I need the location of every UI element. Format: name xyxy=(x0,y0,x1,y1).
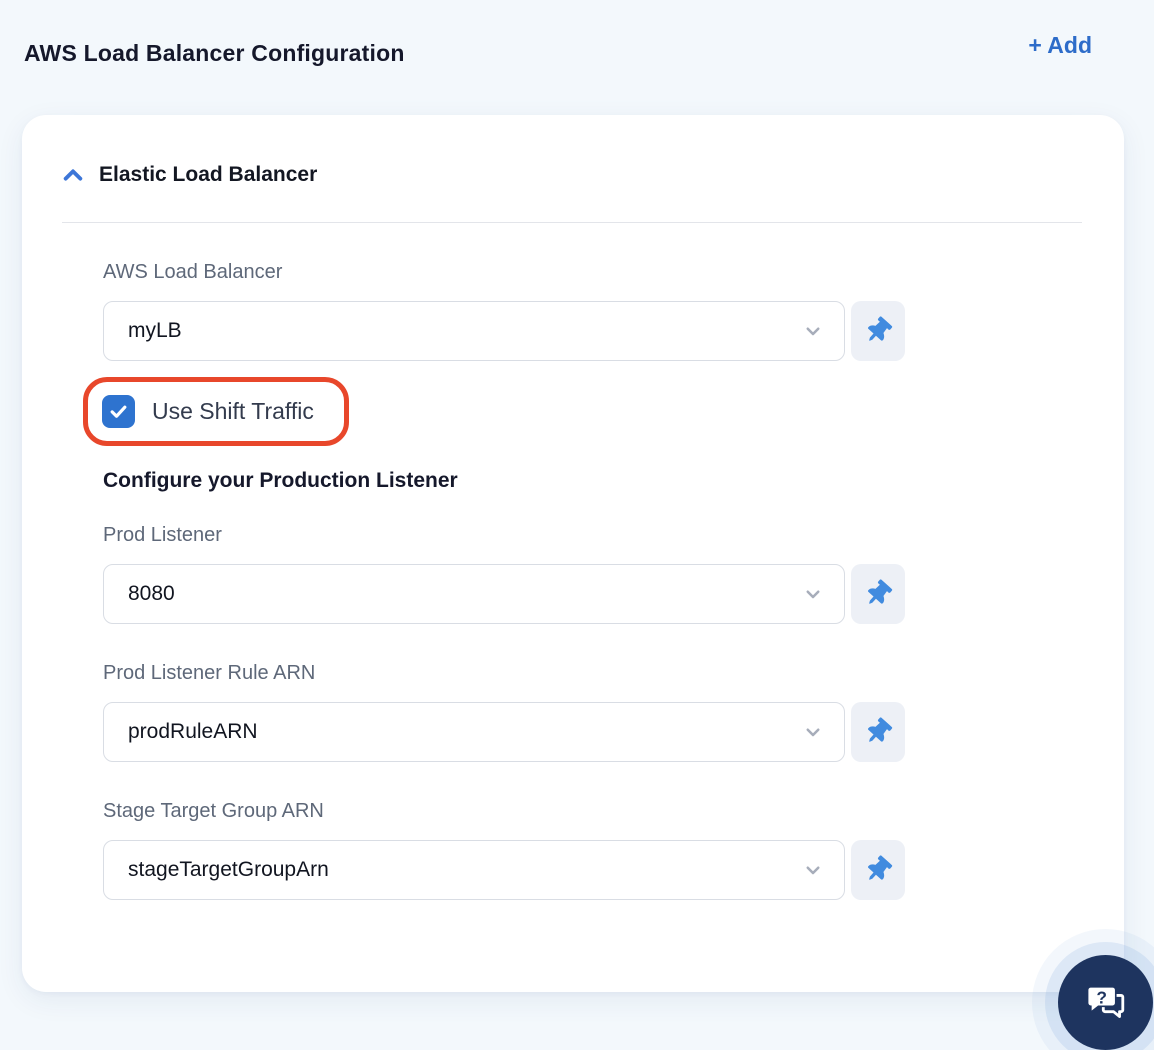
select-value: stageTargetGroupArn xyxy=(128,858,329,881)
select-value: 8080 xyxy=(128,582,175,605)
field-label-prod-listener: Prod Listener xyxy=(103,524,222,546)
pin-button[interactable] xyxy=(851,301,905,361)
production-listener-subheading: Configure your Production Listener xyxy=(103,469,458,492)
section-collapse-header[interactable]: Elastic Load Balancer xyxy=(62,163,1082,187)
chat-question-icon: ? xyxy=(1086,985,1124,1018)
field-label-aws-load-balancer: AWS Load Balancer xyxy=(103,261,283,283)
config-card: Elastic Load Balancer AWS Load Balancer … xyxy=(22,115,1124,992)
chevron-down-icon xyxy=(804,861,822,879)
page-header: AWS Load Balancer Configuration + Add xyxy=(0,0,1154,67)
pushpin-icon xyxy=(868,316,893,341)
shift-traffic-checkbox[interactable] xyxy=(102,395,135,428)
section-divider xyxy=(62,222,1082,223)
pin-button[interactable] xyxy=(851,840,905,900)
prod-listener-rule-arn-select[interactable]: prodRuleARN xyxy=(103,702,845,762)
field-row: 8080 xyxy=(103,564,905,624)
prod-listener-select[interactable]: 8080 xyxy=(103,564,845,624)
field-row: myLB xyxy=(103,301,905,361)
pushpin-icon xyxy=(868,855,893,880)
select-value: myLB xyxy=(128,319,182,342)
stage-target-group-arn-select[interactable]: stageTargetGroupArn xyxy=(103,840,845,900)
chevron-up-icon[interactable] xyxy=(62,164,84,186)
shift-traffic-checkbox-label: Use Shift Traffic xyxy=(152,398,314,424)
field-row: stageTargetGroupArn xyxy=(103,840,905,900)
field-row: prodRuleARN xyxy=(103,702,905,762)
chevron-down-icon xyxy=(804,585,822,603)
checkmark-icon xyxy=(110,405,127,418)
select-value: prodRuleARN xyxy=(128,720,258,743)
chevron-down-icon xyxy=(804,723,822,741)
field-label-prod-listener-rule-arn: Prod Listener Rule ARN xyxy=(103,662,316,684)
pin-button[interactable] xyxy=(851,702,905,762)
add-button[interactable]: + Add xyxy=(1028,32,1092,59)
annotation-highlight-ring: Use Shift Traffic xyxy=(83,377,349,446)
section-title: Elastic Load Balancer xyxy=(99,163,318,186)
pushpin-icon xyxy=(868,579,893,604)
pushpin-icon xyxy=(868,717,893,742)
form-content: AWS Load Balancer myLB Use Shift Traffic… xyxy=(62,261,905,900)
aws-load-balancer-select[interactable]: myLB xyxy=(103,301,845,361)
help-chat-button[interactable]: ? xyxy=(1058,955,1153,1050)
pin-button[interactable] xyxy=(851,564,905,624)
page-title: AWS Load Balancer Configuration xyxy=(24,40,405,66)
chevron-down-icon xyxy=(804,322,822,340)
field-label-stage-target-group-arn: Stage Target Group ARN xyxy=(103,800,324,822)
svg-text:?: ? xyxy=(1096,987,1107,1007)
shift-traffic-checkbox-row[interactable]: Use Shift Traffic xyxy=(102,395,314,428)
